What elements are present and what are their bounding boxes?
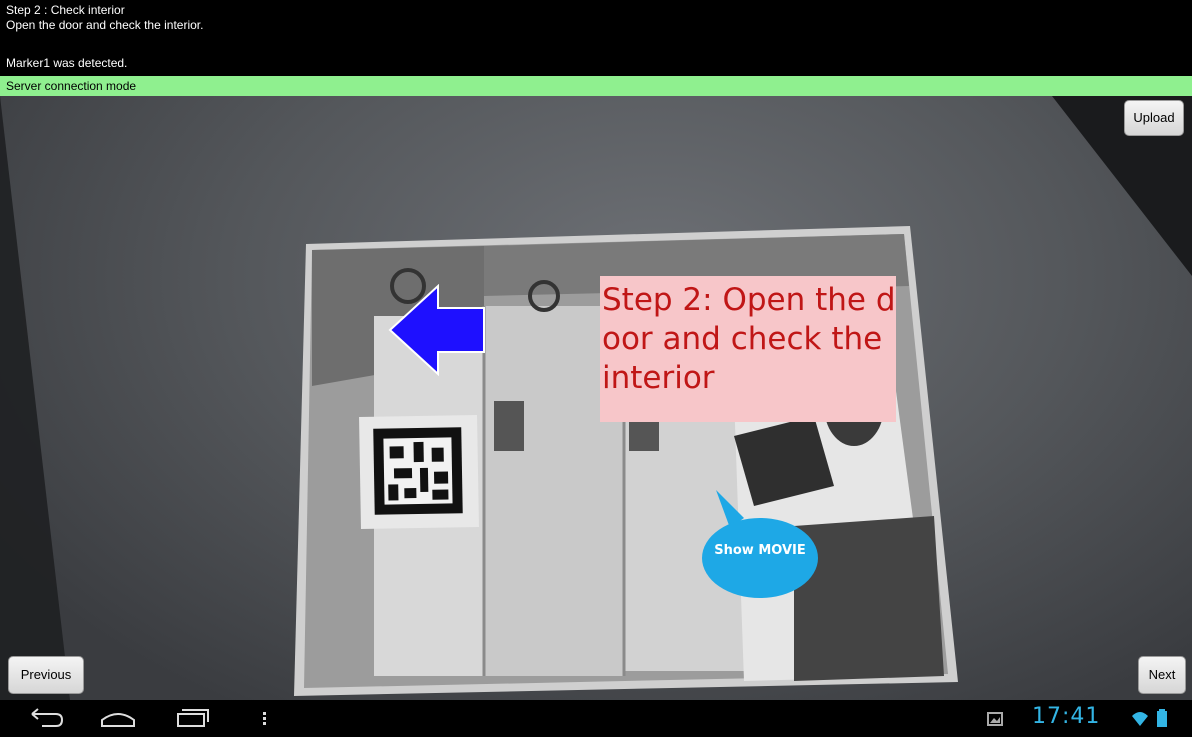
- clock: 17:41: [1032, 704, 1101, 729]
- previous-button[interactable]: Previous: [8, 656, 84, 694]
- wifi-icon: [1132, 712, 1148, 726]
- upload-button[interactable]: Upload: [1124, 100, 1184, 136]
- back-icon[interactable]: [26, 706, 66, 730]
- connection-mode-bar: Server connection mode: [0, 76, 1192, 96]
- instruction-panel: Step 2 : Check interior Open the door an…: [0, 0, 1192, 76]
- table-shadow-left: [0, 96, 70, 700]
- recent-apps-icon[interactable]: [172, 706, 212, 730]
- home-icon[interactable]: [98, 706, 138, 730]
- gallery-notification-icon[interactable]: [986, 706, 1004, 730]
- detection-status: Marker1 was detected.: [6, 56, 128, 70]
- qr-marker: [373, 427, 463, 515]
- step-title: Step 2 : Check interior: [6, 3, 125, 17]
- system-navigation-bar: 17:41: [0, 700, 1192, 737]
- show-movie-label[interactable]: Show MOVIE: [701, 542, 819, 559]
- menu-icon[interactable]: [256, 706, 272, 730]
- left-arrow-icon: [388, 284, 485, 376]
- battery-icon: [1157, 709, 1167, 727]
- step-instruction: Open the door and check the interior.: [6, 18, 204, 32]
- camera-view[interactable]: Step 2: Open the door and check the inte…: [0, 96, 1192, 700]
- next-button[interactable]: Next: [1138, 656, 1186, 694]
- step-callout: Step 2: Open the door and check the inte…: [600, 276, 896, 422]
- ar-marker-card: [359, 414, 479, 530]
